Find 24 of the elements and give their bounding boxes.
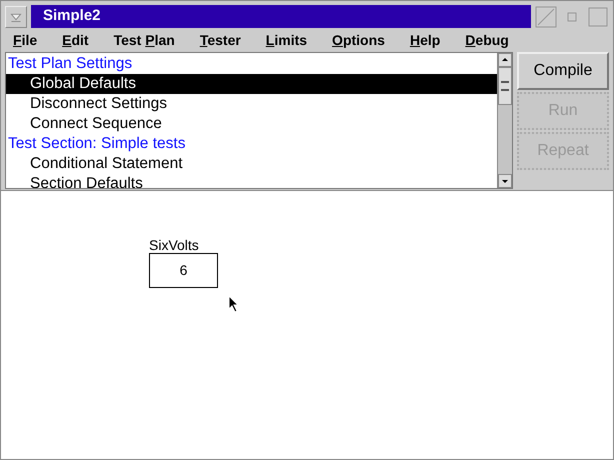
variable-value: 6 — [149, 253, 218, 288]
section-heading[interactable]: Test Plan Settings — [6, 54, 497, 74]
variable-label: SixVolts — [149, 237, 200, 253]
scroll-down-icon[interactable] — [498, 174, 512, 188]
cursor-icon — [228, 295, 240, 313]
window-menu-icon[interactable] — [5, 6, 27, 28]
list-item[interactable]: Global Defaults — [6, 74, 497, 94]
scrollbar[interactable] — [497, 53, 512, 188]
title-bar: Simple2 — [31, 5, 531, 28]
menu-item[interactable]: Help — [410, 30, 440, 50]
list-item[interactable]: Connect Sequence — [6, 114, 497, 134]
menu-item[interactable]: File — [13, 30, 38, 50]
list-item[interactable]: Disconnect Settings — [6, 94, 497, 114]
menu-item[interactable]: Debug — [465, 30, 509, 50]
scroll-thumb[interactable] — [498, 67, 512, 105]
action-button[interactable]: Compile — [517, 52, 609, 90]
menu-item[interactable]: Options — [332, 30, 385, 50]
scroll-up-icon[interactable] — [498, 53, 512, 67]
menu-item[interactable]: Tester — [200, 30, 241, 50]
section-heading[interactable]: Test Section: Simple tests — [6, 134, 497, 154]
menu-item[interactable]: Limits — [266, 30, 308, 50]
menu-item[interactable]: Test Plan — [114, 30, 175, 50]
menu-item[interactable]: Edit — [62, 30, 89, 50]
list-item[interactable]: Conditional Statement — [6, 154, 497, 174]
